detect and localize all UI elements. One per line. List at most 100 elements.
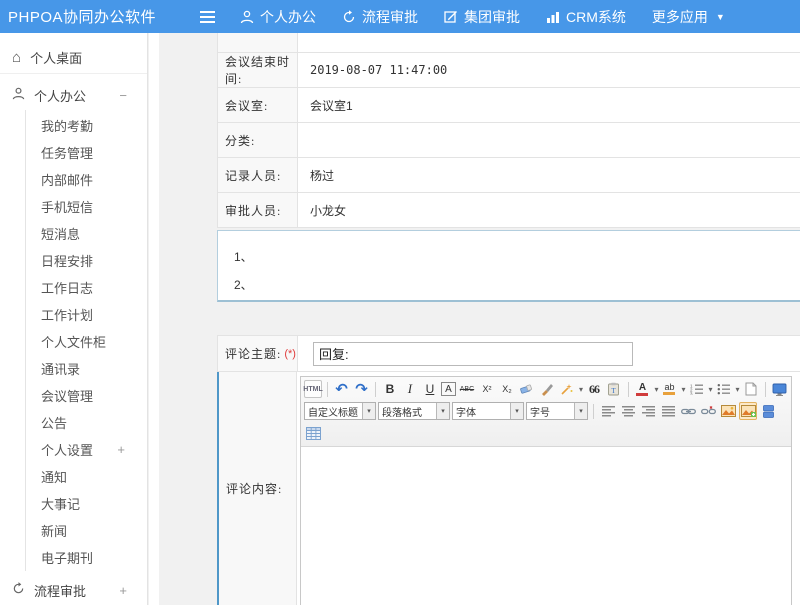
fullscreen-button[interactable] <box>770 380 788 398</box>
insert-image-advanced-button[interactable] <box>739 402 757 420</box>
chevron-down-icon: ▾ <box>436 403 449 419</box>
sidebar-item-work-log[interactable]: 工作日志 <box>26 274 147 301</box>
row-value <box>298 123 800 157</box>
nav-label: CRM系统 <box>566 7 626 27</box>
meeting-notes-textarea[interactable]: 1、 2、 <box>217 230 800 302</box>
font-color-caret-icon[interactable]: ▾ <box>654 385 658 394</box>
insert-image-button[interactable] <box>719 402 737 420</box>
font-color-button[interactable]: A <box>633 380 651 398</box>
insert-link-button[interactable] <box>679 402 697 420</box>
editor-content-area[interactable] <box>301 447 791 605</box>
insert-media-button[interactable] <box>759 402 777 420</box>
sidebar-item-announcement[interactable]: 公告 <box>26 409 147 436</box>
align-justify-button[interactable] <box>659 402 677 420</box>
align-center-button[interactable] <box>619 402 637 420</box>
sidebar-item-work-plan[interactable]: 工作计划 <box>26 301 147 328</box>
bullet-list-caret-icon[interactable]: ▾ <box>736 385 740 394</box>
insert-table-button[interactable] <box>304 424 322 442</box>
sidebar-item-contacts[interactable]: 通讯录 <box>26 355 147 382</box>
hamburger-menu-icon[interactable] <box>200 9 218 23</box>
paragraph-format-select[interactable]: 段落格式 ▾ <box>378 402 450 420</box>
table-row-end-time: 会议结束时间: 2019-08-07 11:47:00 <box>218 53 800 88</box>
nav-label: 个人办公 <box>260 7 316 27</box>
custom-heading-select[interactable]: 自定义标题 ▾ <box>304 402 376 420</box>
chevron-down-icon: ▾ <box>510 403 523 419</box>
blockquote-button[interactable]: 66 <box>585 380 603 398</box>
sidebar-item-notice[interactable]: 通知 <box>26 463 147 490</box>
subscript-button[interactable]: X₂ <box>498 380 516 398</box>
align-left-button[interactable] <box>599 402 617 420</box>
sidebar-item-short-message[interactable]: 短消息 <box>26 220 147 247</box>
nav-crm-system[interactable]: CRM系统 <box>546 7 626 27</box>
underline-button[interactable]: U <box>421 380 439 398</box>
flow-refresh-icon <box>12 582 25 598</box>
align-right-button[interactable] <box>639 402 657 420</box>
sidebar-item-label: 流程审批 <box>34 581 86 600</box>
bullet-list-button[interactable] <box>715 380 733 398</box>
eraser-button[interactable] <box>518 380 536 398</box>
table-row-recorder: 记录人员: 杨过 <box>218 158 800 193</box>
row-label: 会议结束时间: <box>218 53 298 87</box>
format-brush-button[interactable] <box>538 380 556 398</box>
highlight-color-button[interactable]: ab <box>660 380 678 398</box>
sidebar-item-events[interactable]: 大事记 <box>26 490 147 517</box>
sidebar-item-sms[interactable]: 手机短信 <box>26 193 147 220</box>
sidebar-item-desktop[interactable]: ⌂ 个人桌面 <box>0 42 147 74</box>
sidebar-group-flow-approval[interactable]: 流程审批 + <box>0 575 147 605</box>
sidebar-item-news[interactable]: 新闻 <box>26 517 147 544</box>
redo-button[interactable]: ↷ <box>352 380 370 398</box>
sidebar-item-schedule[interactable]: 日程安排 <box>26 247 147 274</box>
magic-format-caret-icon[interactable]: ▾ <box>579 385 583 394</box>
sidebar-item-tasks[interactable]: 任务管理 <box>26 139 147 166</box>
superscript-button[interactable]: X² <box>478 380 496 398</box>
remove-link-button[interactable] <box>699 402 717 420</box>
comment-subject-input[interactable] <box>313 342 633 366</box>
undo-button[interactable]: ↶ <box>332 380 350 398</box>
app-title: PHPOA协同办公软件 <box>8 6 156 27</box>
table-row-meeting-room: 会议室: 会议室1 <box>218 88 800 123</box>
row-label: 会议室: <box>218 88 298 122</box>
nav-label: 更多应用 <box>652 7 708 27</box>
row-label: 审批人员: <box>218 193 298 227</box>
row-value: 小龙女 <box>298 193 800 227</box>
font-style-button[interactable]: A <box>441 382 456 396</box>
html-source-button[interactable]: HTML <box>304 380 322 398</box>
sidebar-item-file-cabinet[interactable]: 个人文件柜 <box>26 328 147 355</box>
font-family-select[interactable]: 字体 ▾ <box>452 402 524 420</box>
sidebar-group-personal-office[interactable]: 个人办公 − <box>0 80 147 110</box>
row-value: 会议室1 <box>298 88 800 122</box>
sidebar-item-meeting-mgmt[interactable]: 会议管理 <box>26 382 147 409</box>
bold-button[interactable]: B <box>381 380 399 398</box>
expand-icon[interactable]: + <box>119 583 127 598</box>
new-page-button[interactable] <box>742 380 760 398</box>
magic-format-button[interactable] <box>558 380 576 398</box>
rich-text-editor: HTML ↶ ↷ B I U A ABC X² <box>300 376 792 605</box>
nav-flow-approval[interactable]: 流程审批 <box>342 7 418 27</box>
italic-button[interactable]: I <box>401 380 419 398</box>
sidebar-item-e-journal[interactable]: 电子期刊 <box>26 544 147 571</box>
nav-group-approval[interactable]: 集团审批 <box>444 7 520 27</box>
font-size-select[interactable]: 字号 ▾ <box>526 402 588 420</box>
ordered-list-caret-icon[interactable]: ▾ <box>709 385 713 394</box>
row-label: 记录人员: <box>218 158 298 192</box>
sidebar-item-attendance[interactable]: 我的考勤 <box>26 112 147 139</box>
edit-icon <box>444 10 458 24</box>
meeting-info-table: 会议结束时间: 2019-08-07 11:47:00 会议室: 会议室1 分类… <box>217 33 800 228</box>
row-value: 杨过 <box>298 158 800 192</box>
nav-more-apps[interactable]: 更多应用 ▼ <box>652 7 725 27</box>
highlight-color-caret-icon[interactable]: ▾ <box>681 385 685 394</box>
toolbar-row-2: 自定义标题 ▾ 段落格式 ▾ 字体 ▾ <box>304 400 788 422</box>
sidebar-scroll-gutter[interactable] <box>149 33 159 605</box>
bar-chart-icon <box>546 10 560 24</box>
nav-personal-office[interactable]: 个人办公 <box>240 7 316 27</box>
strikethrough-button[interactable]: ABC <box>458 380 476 398</box>
sidebar-item-personal-settings[interactable]: 个人设置 + <box>26 436 147 463</box>
toolbar-row-3 <box>304 422 788 444</box>
ordered-list-button[interactable]: 123 <box>688 380 706 398</box>
sidebar-item-internal-mail[interactable]: 内部邮件 <box>26 166 147 193</box>
comment-subject-row: 评论主题: (*) <box>218 335 800 372</box>
table-row <box>218 33 800 53</box>
collapse-icon[interactable]: − <box>119 88 127 103</box>
expand-icon[interactable]: + <box>117 442 125 457</box>
paste-text-button[interactable]: T <box>605 380 623 398</box>
